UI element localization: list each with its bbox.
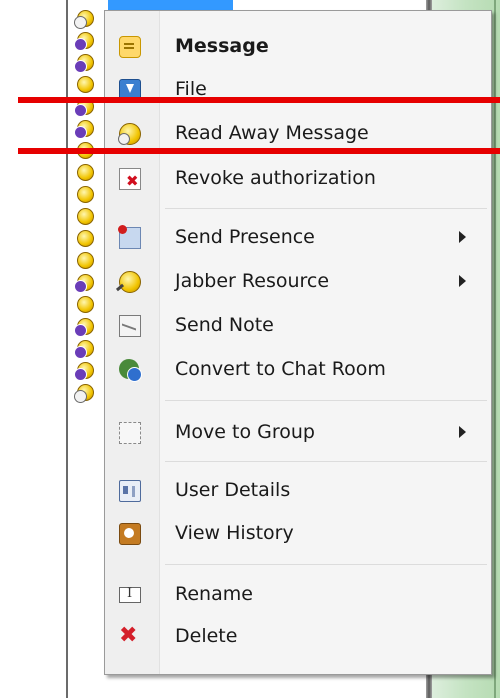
menu-item-message[interactable]: Message: [105, 26, 491, 66]
delete-icon: [119, 623, 139, 648]
contact-status-icon[interactable]: [74, 52, 96, 74]
contact-status-icon[interactable]: [74, 382, 96, 404]
contact-status-icon[interactable]: [74, 250, 96, 272]
menu-item-label: View History: [175, 522, 294, 544]
submenu-arrow-icon: [459, 426, 466, 438]
jabber-resource-icon: [119, 271, 141, 293]
menu-item-label: Send Presence: [175, 226, 315, 248]
chat-room-icon: [119, 359, 142, 382]
contact-status-icon[interactable]: [74, 8, 96, 30]
annotation-line-bottom: [18, 148, 500, 154]
contact-status-column: [74, 8, 102, 404]
menu-separator: [165, 208, 487, 209]
menu-item-label: User Details: [175, 479, 291, 501]
rename-icon: [119, 586, 141, 603]
contact-status-icon[interactable]: [74, 294, 96, 316]
menu-item-label: Rename: [175, 583, 253, 605]
menu-separator: [165, 564, 487, 565]
menu-item-user-details[interactable]: User Details: [105, 470, 491, 510]
revoke-authorization-icon: [119, 168, 141, 190]
menu-item-label: Move to Group: [175, 421, 315, 443]
group-icon: [119, 422, 141, 444]
contact-context-menu: Message File Read Away Message Revoke au…: [104, 10, 492, 675]
menu-item-convert-to-chat-room[interactable]: Convert to Chat Room: [105, 349, 491, 389]
submenu-arrow-icon: [459, 275, 466, 287]
contact-status-icon[interactable]: [74, 30, 96, 52]
contact-status-icon[interactable]: [74, 162, 96, 184]
user-details-icon: [119, 480, 141, 502]
menu-item-label: Delete: [175, 625, 238, 647]
away-status-icon: [118, 123, 141, 145]
menu-separator: [165, 400, 487, 401]
contact-status-icon[interactable]: [74, 118, 96, 140]
menu-item-label: Jabber Resource: [175, 270, 330, 292]
contact-status-icon[interactable]: [74, 74, 96, 96]
contact-status-icon[interactable]: [74, 184, 96, 206]
menu-item-move-to-group[interactable]: Move to Group: [105, 412, 491, 452]
contact-status-icon[interactable]: [74, 360, 96, 382]
annotation-line-top: [18, 97, 500, 103]
menu-item-label: Convert to Chat Room: [175, 358, 386, 380]
menu-separator: [165, 461, 487, 462]
contact-status-icon[interactable]: [74, 228, 96, 250]
submenu-arrow-icon: [459, 231, 466, 243]
menu-item-delete[interactable]: Delete: [105, 616, 491, 656]
menu-item-view-history[interactable]: View History: [105, 513, 491, 553]
send-presence-icon: [118, 225, 141, 249]
menu-item-jabber-resource[interactable]: Jabber Resource: [105, 261, 491, 301]
contact-status-icon[interactable]: [74, 338, 96, 360]
selected-contact-highlight: [108, 0, 233, 10]
note-envelope-icon: [119, 315, 141, 337]
menu-item-file[interactable]: File: [105, 69, 491, 109]
menu-item-label: Read Away Message: [175, 122, 369, 144]
menu-item-send-presence[interactable]: Send Presence: [105, 217, 491, 257]
contact-status-icon[interactable]: [74, 272, 96, 294]
chat-pane-edge: [494, 0, 496, 698]
message-icon: [119, 36, 141, 58]
menu-item-label: Message: [175, 35, 269, 57]
contact-list-pane: [0, 0, 68, 698]
contact-status-icon[interactable]: [74, 316, 96, 338]
menu-item-label: Revoke authorization: [175, 167, 376, 189]
contact-status-icon[interactable]: [74, 206, 96, 228]
menu-item-send-note[interactable]: Send Note: [105, 305, 491, 345]
menu-item-read-away-message[interactable]: Read Away Message: [105, 113, 491, 153]
menu-item-revoke-authorization[interactable]: Revoke authorization: [105, 158, 491, 198]
menu-item-rename[interactable]: Rename: [105, 574, 491, 614]
history-icon: [119, 523, 141, 545]
menu-item-label: Send Note: [175, 314, 274, 336]
